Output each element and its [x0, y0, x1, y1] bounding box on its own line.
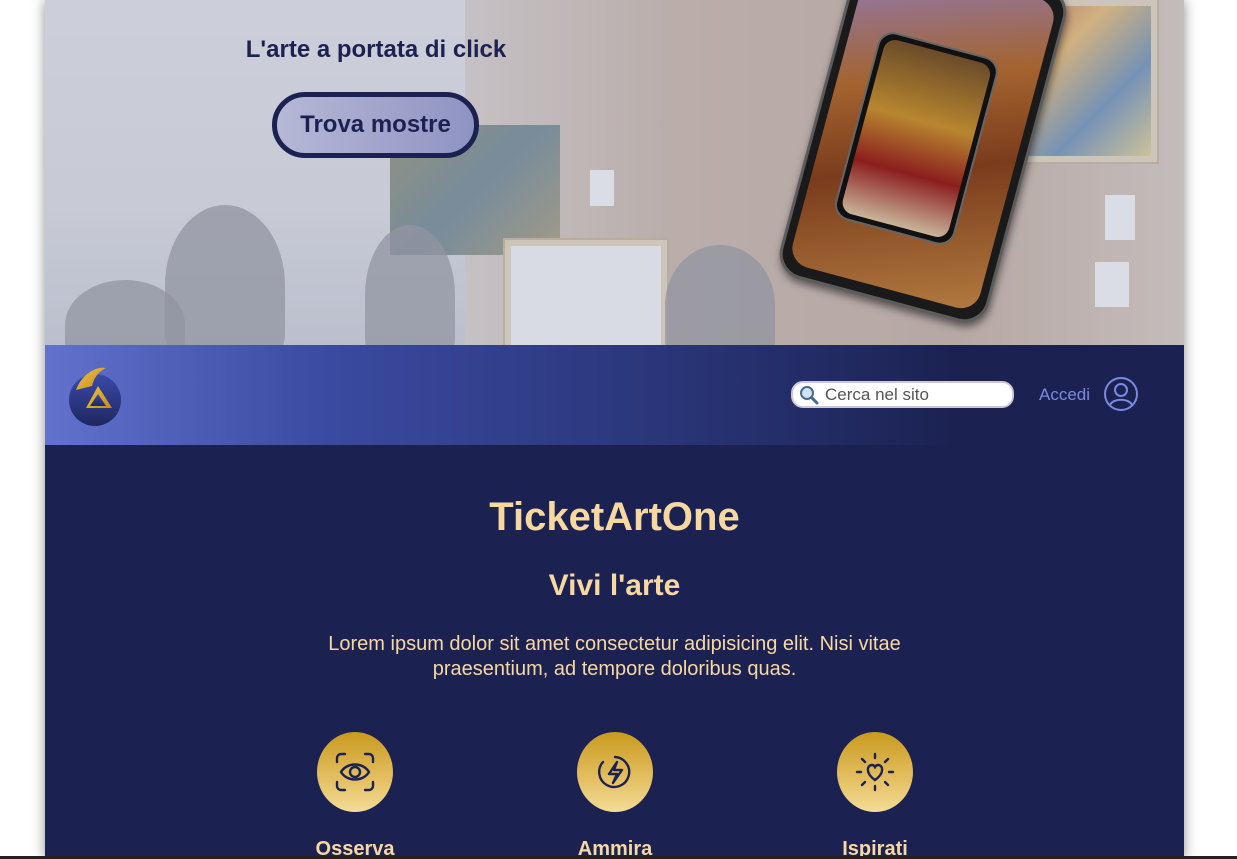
search-input[interactable]	[823, 383, 1007, 406]
feature-ispirati: Ispirati	[805, 732, 945, 859]
feature-circle	[837, 732, 913, 812]
ticketartone-logo-icon[interactable]	[68, 364, 123, 426]
feature-circle	[577, 732, 653, 812]
user-circle-icon[interactable]	[1103, 376, 1139, 412]
feature-circle	[317, 732, 393, 812]
main-content: TicketArtOne Vivi l'arte Lorem ipsum dol…	[45, 445, 1184, 859]
find-exhibitions-button[interactable]: Trova mostre	[272, 92, 479, 158]
brand-title: TicketArtOne	[489, 495, 740, 539]
tagline: Vivi l'arte	[548, 569, 681, 602]
page: L'arte a portata di click Trova mostre C…	[45, 0, 1184, 859]
lightning-circle-icon	[598, 755, 631, 789]
hero-title: L'arte a portata di click	[245, 36, 507, 63]
login-link[interactable]: Accedi	[1039, 385, 1090, 405]
feature-osserva: Osserva	[285, 732, 425, 859]
search-box	[791, 381, 1014, 408]
search-icon[interactable]	[799, 385, 819, 405]
heart-sun-icon	[855, 752, 895, 792]
eye-scan-icon	[335, 752, 375, 792]
navbar: Accedi	[45, 345, 1184, 445]
feature-ammira: Ammira	[545, 732, 685, 859]
hero-section: L'arte a portata di click Trova mostre	[45, 0, 1184, 345]
phone-inner-image	[831, 28, 1002, 249]
intro-text: Lorem ipsum dolor sit amet consectetur a…	[328, 633, 901, 680]
